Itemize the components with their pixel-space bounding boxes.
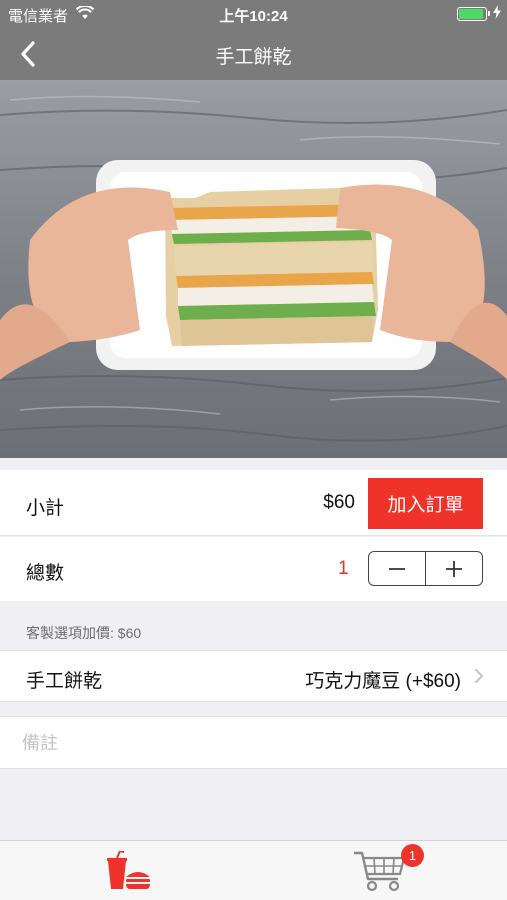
option-label: 手工餅乾 bbox=[26, 671, 103, 692]
note-row bbox=[0, 716, 507, 769]
option-value: 巧克力魔豆 (+$60) bbox=[305, 671, 461, 692]
add-to-order-button[interactable]: 加入訂單 bbox=[368, 478, 483, 529]
decrement-button[interactable] bbox=[369, 552, 425, 585]
custom-options-header: 客製選項加價: $60 bbox=[26, 625, 142, 641]
tab-menu[interactable] bbox=[68, 841, 188, 900]
plus-icon bbox=[446, 560, 463, 577]
increment-button[interactable] bbox=[426, 552, 482, 585]
chevron-right-icon bbox=[475, 669, 483, 683]
page-title: 手工餅乾 bbox=[215, 47, 292, 68]
quantity-value: 1 bbox=[338, 558, 349, 579]
quantity-stepper bbox=[368, 551, 483, 586]
sandwich-photo bbox=[0, 80, 507, 458]
charging-icon bbox=[493, 5, 501, 19]
battery-fill bbox=[459, 9, 483, 19]
drink-burger-icon bbox=[107, 851, 150, 889]
subtotal-value: $60 bbox=[323, 492, 355, 513]
status-time: 上午10:24 bbox=[219, 8, 288, 25]
note-input[interactable] bbox=[22, 727, 482, 759]
quantity-label: 總數 bbox=[26, 563, 65, 584]
custom-option-row[interactable]: 手工餅乾 巧克力魔豆 (+$60) bbox=[0, 650, 507, 702]
minus-icon bbox=[388, 567, 405, 570]
product-photo bbox=[0, 80, 507, 458]
subtotal-label: 小計 bbox=[26, 498, 65, 519]
cart-icon bbox=[354, 851, 406, 892]
subtotal-row: 小計 $60 加入訂單 bbox=[0, 470, 507, 536]
tab-bar bbox=[0, 840, 507, 900]
battery-icon bbox=[457, 7, 490, 21]
nav-bar: 手工餅乾 bbox=[0, 28, 507, 80]
quantity-row: 總數 1 bbox=[0, 537, 507, 601]
status-bar: 電信業者 上午10:24 bbox=[0, 0, 507, 28]
cart-badge: 1 bbox=[401, 844, 424, 867]
